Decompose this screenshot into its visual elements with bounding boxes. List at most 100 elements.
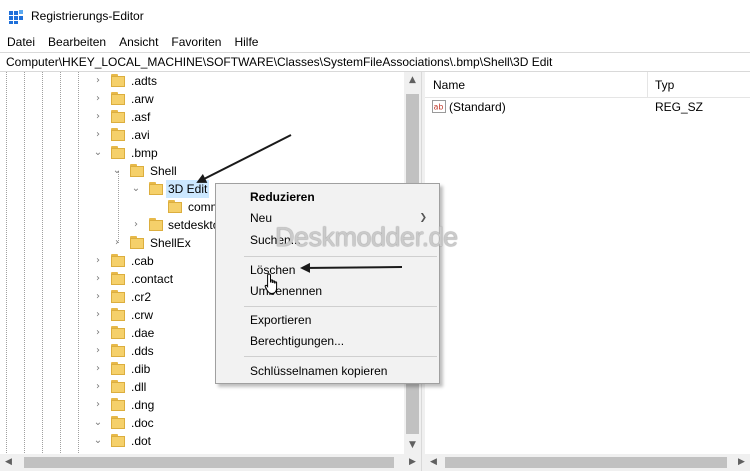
folder-icon — [110, 91, 126, 106]
menu-datei[interactable]: Datei — [0, 33, 41, 52]
tree-item-label[interactable]: .avi — [129, 126, 152, 144]
address-bar[interactable]: Computer\HKEY_LOCAL_MACHINE\SOFTWARE\Cla… — [0, 52, 750, 72]
folder-icon — [110, 253, 126, 268]
menu-item-permissions[interactable]: Berechtigungen... — [218, 330, 437, 352]
menu-hilfe[interactable]: Hilfe — [227, 33, 264, 52]
scroll-right-icon[interactable]: ▶ — [733, 454, 750, 471]
chevron-down-icon[interactable]: ⌄ — [112, 166, 122, 176]
tree-item-label[interactable]: .cr2 — [129, 288, 153, 306]
scroll-left-icon[interactable]: ◀ — [0, 454, 17, 471]
chevron-right-icon[interactable]: › — [93, 310, 103, 320]
tree-item-label[interactable]: .cab — [129, 252, 156, 270]
chevron-right-icon[interactable]: › — [93, 94, 103, 104]
tree-item-label-selected[interactable]: 3D Edit — [166, 180, 210, 198]
menu-ansicht[interactable]: Ansicht — [112, 33, 164, 52]
chevron-down-icon[interactable]: ⌄ — [93, 436, 103, 446]
tree-item[interactable]: › .arw — [0, 90, 404, 108]
tree-item[interactable]: ⌄ .doc — [0, 414, 404, 432]
chevron-right-icon[interactable]: › — [93, 364, 103, 374]
tree-item[interactable]: › .asf — [0, 108, 404, 126]
tree-item-label[interactable]: .dll — [129, 378, 148, 396]
tree-item-label[interactable]: ShellEx — [148, 234, 193, 252]
menu-bearbeiten[interactable]: Bearbeiten — [41, 33, 112, 52]
chevron-right-icon[interactable]: › — [93, 292, 103, 302]
menu-item-new-label: Neu — [250, 211, 273, 225]
menu-item-find[interactable]: Suchen... — [218, 229, 437, 251]
tree-item-label[interactable]: .dot — [129, 432, 153, 450]
context-menu: Reduzieren Neu ❯ Suchen... Löschen Umben… — [215, 183, 440, 384]
tree-item-label[interactable]: .contact — [129, 270, 175, 288]
tree-item-label[interactable]: .dng — [129, 396, 156, 414]
menu-item-copy-key-name[interactable]: Schlüsselnamen kopieren — [218, 360, 437, 382]
folder-icon — [110, 307, 126, 322]
list-horizontal-scrollbar[interactable]: ◀ ▶ — [425, 454, 750, 471]
tree-item[interactable]: › .dng — [0, 396, 404, 414]
list-item[interactable]: ab (Standard) REG_SZ — [425, 98, 750, 116]
tree-item-label[interactable]: .crw — [129, 306, 155, 324]
chevron-down-icon[interactable]: ⌄ — [93, 418, 103, 428]
folder-icon — [110, 415, 126, 430]
tree-item[interactable]: ⌄ .bmp — [0, 144, 404, 162]
tree-item[interactable]: ⌄ Shell — [0, 162, 404, 180]
menu-favoriten[interactable]: Favoriten — [164, 33, 227, 52]
tree-horizontal-scrollbar[interactable]: ◀ ▶ — [0, 454, 421, 471]
folder-icon — [110, 343, 126, 358]
menu-item-collapse[interactable]: Reduzieren — [218, 186, 437, 208]
scroll-up-icon[interactable]: ▲ — [404, 72, 421, 89]
value-name: (Standard) — [449, 100, 506, 114]
menu-bar: Datei Bearbeiten Ansicht Favoriten Hilfe — [0, 33, 750, 52]
hand-cursor-icon — [264, 273, 278, 295]
chevron-right-icon[interactable]: › — [93, 382, 103, 392]
chevron-right-icon[interactable]: › — [93, 328, 103, 338]
tree-item-label[interactable]: Shell — [148, 162, 179, 180]
folder-icon — [110, 271, 126, 286]
scroll-left-icon[interactable]: ◀ — [425, 454, 442, 471]
scroll-thumb[interactable] — [24, 457, 394, 468]
chevron-right-icon[interactable]: › — [93, 256, 103, 266]
window-title: Registrierungs-Editor — [31, 9, 144, 23]
menu-separator — [244, 256, 437, 257]
folder-icon — [110, 109, 126, 124]
scroll-right-icon[interactable]: ▶ — [404, 454, 421, 471]
title-bar: Registrierungs-Editor — [0, 0, 750, 33]
tree-item-label[interactable]: .asf — [129, 108, 152, 126]
chevron-right-icon: ❯ — [419, 213, 427, 223]
column-header-type[interactable]: Typ — [647, 72, 674, 98]
tree-item[interactable]: ⌄ .dot — [0, 432, 404, 450]
chevron-right-icon[interactable]: › — [112, 238, 122, 248]
tree-item-label[interactable]: .doc — [129, 414, 156, 432]
folder-icon — [110, 379, 126, 394]
tree-item[interactable]: › .avi — [0, 126, 404, 144]
menu-item-new[interactable]: Neu ❯ — [218, 207, 437, 229]
chevron-right-icon[interactable]: › — [93, 274, 103, 284]
menu-item-export[interactable]: Exportieren — [218, 309, 437, 331]
chevron-right-icon[interactable]: › — [93, 400, 103, 410]
chevron-right-icon[interactable]: › — [93, 130, 103, 140]
chevron-down-icon[interactable]: ⌄ — [131, 184, 141, 194]
tree-item-label[interactable]: .dib — [129, 360, 152, 378]
chevron-down-icon[interactable]: ⌄ — [93, 148, 103, 158]
tree-item-label[interactable]: .dds — [129, 342, 156, 360]
tree-item-label[interactable]: .arw — [129, 90, 156, 108]
tree-item[interactable]: › .adts — [0, 72, 404, 90]
column-header-name[interactable]: Name — [425, 72, 465, 98]
value-type: REG_SZ — [655, 100, 704, 114]
scroll-thumb[interactable] — [445, 457, 727, 468]
menu-separator — [244, 356, 437, 357]
tree-item-label[interactable]: .dae — [129, 324, 156, 342]
menu-item-rename[interactable]: Umbenennen — [218, 280, 437, 302]
string-value-icon: ab — [432, 100, 446, 113]
tree-item-label[interactable]: .adts — [129, 72, 159, 90]
chevron-right-icon[interactable]: › — [93, 346, 103, 356]
folder-icon — [129, 163, 145, 178]
tree-item-label[interactable]: .bmp — [129, 144, 160, 162]
chevron-right-icon[interactable]: › — [131, 220, 141, 230]
folder-icon — [110, 73, 126, 88]
menu-separator — [244, 306, 437, 307]
scroll-down-icon[interactable]: ▼ — [404, 437, 421, 454]
chevron-right-icon[interactable]: › — [93, 76, 103, 86]
folder-icon — [110, 361, 126, 376]
tree-item-label[interactable]: setdeskto — [166, 216, 221, 234]
chevron-right-icon[interactable]: › — [93, 112, 103, 122]
menu-item-delete[interactable]: Löschen — [218, 259, 437, 281]
